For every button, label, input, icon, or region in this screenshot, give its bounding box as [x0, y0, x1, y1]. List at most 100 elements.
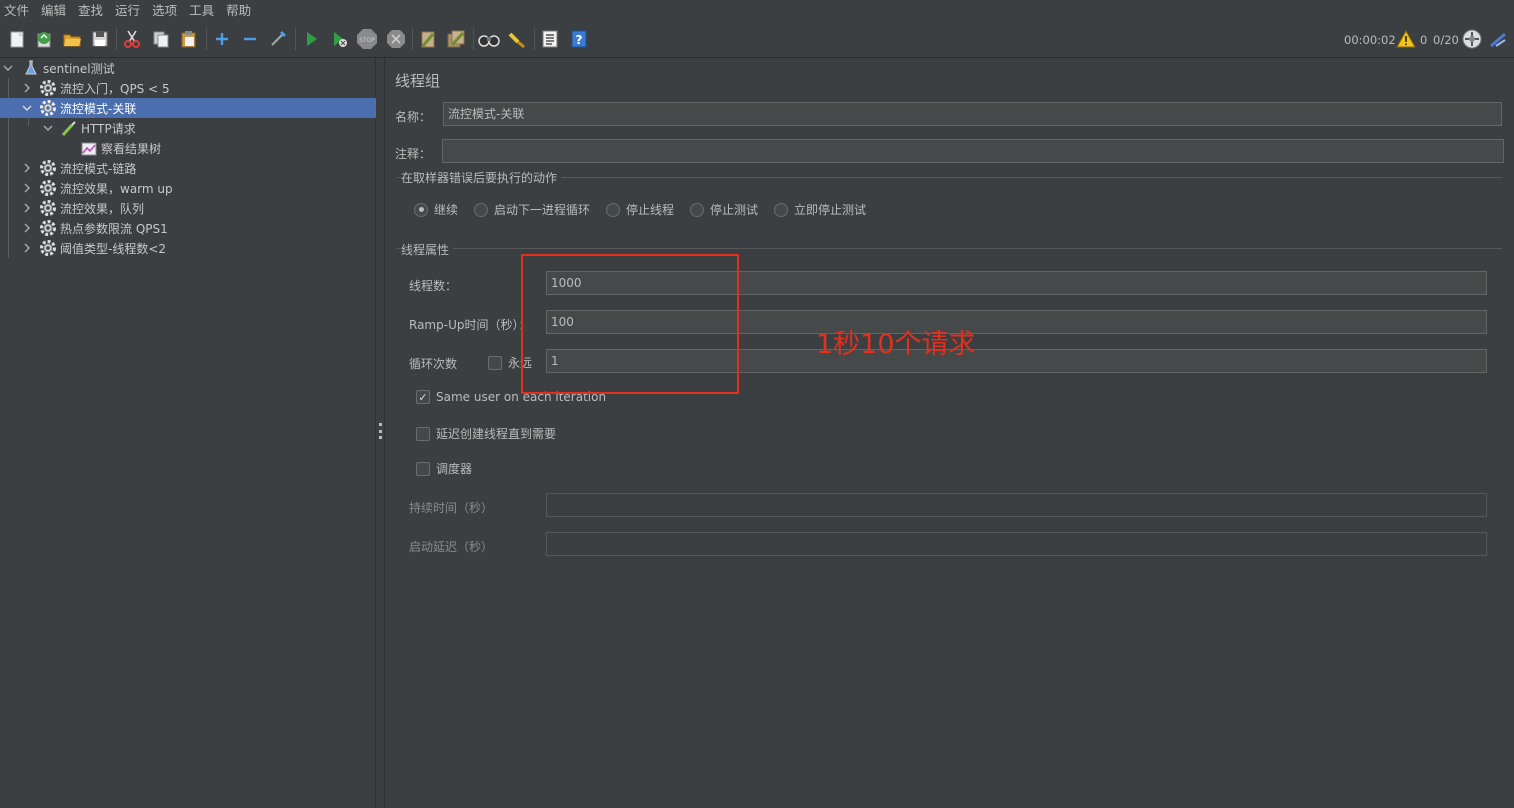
gear-icon: [39, 79, 57, 97]
radio-dot[interactable]: [774, 202, 788, 217]
scheduler-checkbox[interactable]: 调度器: [416, 460, 472, 477]
radio-label: 立即停止测试: [794, 203, 867, 217]
tree-item-result-tree[interactable]: 察看结果树: [0, 138, 376, 158]
checkbox-box[interactable]: [488, 355, 502, 370]
name-field[interactable]: 流控模式-关联: [443, 102, 1502, 126]
duration-label: 持续时间（秒）: [409, 501, 494, 515]
toolbar: STOP ? 00:00:02 0 0/20: [0, 22, 1514, 58]
radio-stop-test-now[interactable]: 立即停止测试: [774, 201, 866, 218]
annotation-text: 1秒10个请求: [816, 329, 976, 360]
radio-dot[interactable]: [606, 202, 620, 217]
gear-icon: [39, 159, 57, 177]
duration-field[interactable]: [546, 493, 1487, 517]
test-plan-tree: sentinel测试 流控入门，QPS < 5 流控模式-关联 HTTP请求 察…: [0, 58, 376, 808]
chevron-right-icon[interactable]: [21, 198, 33, 218]
cut-icon[interactable]: [120, 27, 144, 51]
menu-search[interactable]: 查找: [73, 0, 110, 22]
checkbox-box[interactable]: [416, 426, 430, 441]
log-icon[interactable]: [1486, 27, 1510, 51]
radio-label: 停止线程: [626, 203, 675, 217]
radio-start-next-loop[interactable]: 启动下一进程循环: [474, 201, 590, 218]
tree-item-thread-group[interactable]: 阈值类型-线程数<2: [0, 238, 376, 258]
chevron-right-icon[interactable]: [21, 178, 33, 198]
startup-delay-label: 启动延迟（秒）: [409, 540, 494, 554]
menu-tools[interactable]: 工具: [184, 0, 221, 22]
tree-item-thread-group[interactable]: 流控模式-链路: [0, 158, 376, 178]
menu-options[interactable]: 选项: [147, 0, 184, 22]
radio-dot[interactable]: [474, 202, 488, 217]
chevron-down-icon[interactable]: [21, 98, 33, 118]
search-icon[interactable]: [477, 27, 501, 51]
gear-icon: [39, 99, 57, 117]
start-no-pause-icon[interactable]: [327, 27, 351, 51]
tree-item-thread-group[interactable]: 流控效果，队列: [0, 198, 376, 218]
radio-continue[interactable]: 继续: [414, 201, 458, 218]
checkbox-box[interactable]: ✓: [416, 390, 430, 404]
help-icon[interactable]: ?: [567, 27, 591, 51]
toggle-icon[interactable]: [266, 27, 290, 51]
shutdown-icon[interactable]: [384, 27, 408, 51]
radio-dot[interactable]: [690, 202, 704, 217]
drag-handle-icon[interactable]: [379, 423, 382, 439]
name-label: 名称：: [395, 110, 432, 124]
tree-item-label: HTTP请求: [81, 121, 136, 136]
chevron-right-icon[interactable]: [21, 218, 33, 238]
radio-stop-test[interactable]: 停止测试: [690, 201, 758, 218]
gear-icon: [39, 219, 57, 237]
open-icon[interactable]: [60, 27, 84, 51]
tree-item-http-request[interactable]: HTTP请求: [0, 118, 376, 138]
clear-icon[interactable]: [416, 27, 440, 51]
warning-icon[interactable]: [1394, 27, 1418, 51]
startup-delay-field[interactable]: [546, 532, 1487, 556]
tree-item-label: 阈值类型-线程数<2: [60, 241, 167, 256]
tree-item-thread-group[interactable]: 流控入门，QPS < 5: [0, 78, 376, 98]
comment-label: 注释：: [395, 147, 432, 161]
copy-icon[interactable]: [149, 27, 173, 51]
warning-count: 0: [1420, 33, 1428, 47]
clear-all-icon[interactable]: [444, 27, 468, 51]
thread-count: 0/20: [1433, 33, 1459, 47]
tree-item-thread-group-selected[interactable]: 流控模式-关联: [0, 98, 376, 118]
reset-search-icon[interactable]: [505, 27, 529, 51]
error-action-group-title: 在取样器错误后要执行的动作: [401, 169, 562, 186]
chart-icon: [80, 139, 98, 157]
radio-label: 继续: [434, 203, 459, 217]
tree-item-test-plan[interactable]: sentinel测试: [0, 58, 376, 78]
expand-icon[interactable]: [210, 27, 234, 51]
tree-item-label: 察看结果树: [101, 141, 162, 156]
remote-icon[interactable]: [1460, 27, 1484, 51]
menu-run[interactable]: 运行: [110, 0, 147, 22]
checkbox-label: 延迟创建线程直到需要: [436, 427, 557, 441]
new-icon[interactable]: [5, 27, 29, 51]
tree-item-thread-group[interactable]: 热点参数限流 QPS1: [0, 218, 376, 238]
comment-field[interactable]: [442, 139, 1504, 163]
tree-item-label: sentinel测试: [43, 61, 115, 76]
menu-file[interactable]: 文件: [0, 0, 36, 22]
elapsed-time: 00:00:02: [1344, 33, 1396, 47]
tree-item-thread-group[interactable]: 流控效果，warm up: [0, 178, 376, 198]
gear-icon: [39, 239, 57, 257]
templates-icon[interactable]: [32, 27, 56, 51]
checkbox-label: 调度器: [436, 462, 473, 476]
radio-label: 启动下一进程循环: [494, 203, 591, 217]
stop-icon[interactable]: STOP: [355, 27, 379, 51]
checkbox-box[interactable]: [416, 461, 430, 476]
save-icon[interactable]: [88, 27, 112, 51]
collapse-icon[interactable]: [238, 27, 262, 51]
chevron-right-icon[interactable]: [21, 78, 33, 98]
chevron-right-icon[interactable]: [21, 158, 33, 178]
menu-help[interactable]: 帮助: [221, 0, 258, 22]
paste-icon[interactable]: [177, 27, 201, 51]
split-pane-divider[interactable]: [376, 58, 385, 808]
radio-stop-thread[interactable]: 停止线程: [606, 201, 674, 218]
chevron-down-icon[interactable]: [2, 58, 14, 78]
menu-edit[interactable]: 编辑: [36, 0, 73, 22]
start-icon[interactable]: [299, 27, 323, 51]
tree-item-label: 热点参数限流 QPS1: [60, 221, 168, 236]
chevron-down-icon[interactable]: [42, 118, 54, 138]
function-helper-icon[interactable]: [538, 27, 562, 51]
svg-text:STOP: STOP: [359, 37, 375, 44]
chevron-right-icon[interactable]: [21, 238, 33, 258]
delay-thread-creation-checkbox[interactable]: 延迟创建线程直到需要: [416, 425, 556, 442]
radio-dot[interactable]: [414, 202, 428, 217]
